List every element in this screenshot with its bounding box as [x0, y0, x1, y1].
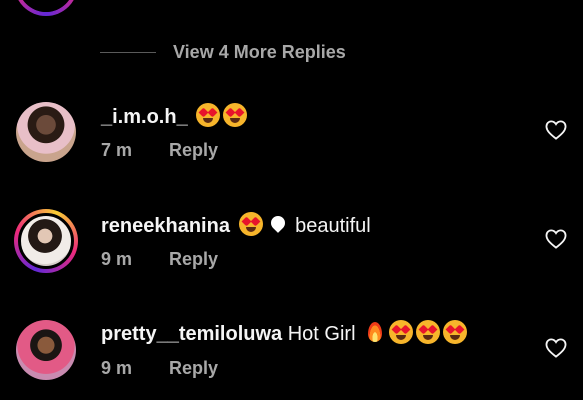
divider	[100, 51, 156, 53]
heart-outline-icon	[545, 120, 567, 140]
fire-emoji-icon	[364, 320, 386, 344]
reply-button[interactable]: Reply	[169, 140, 218, 161]
heart-eyes-emoji-icon	[443, 320, 468, 344]
heart-eyes-emoji-icon	[416, 320, 441, 344]
comment-meta: 7 m Reply	[101, 140, 218, 161]
comment-text: Hot Girl	[287, 323, 356, 345]
username[interactable]: pretty__temiloluwa	[101, 323, 282, 345]
reply-button[interactable]: Reply	[169, 358, 218, 379]
view-more-replies-label[interactable]: View 4 More Replies	[173, 42, 346, 63]
reply-button[interactable]: Reply	[169, 249, 218, 270]
heart-eyes-emoji-icon	[223, 103, 248, 127]
comment-line: reneekhanina beautiful	[101, 212, 371, 238]
comment-line: _i.m.o.h_	[101, 103, 248, 129]
avatar-image	[18, 213, 74, 269]
comment-text: beautiful	[295, 215, 371, 237]
previous-comment-partial	[0, 0, 583, 18]
like-button[interactable]	[545, 229, 567, 249]
heart-eyes-emoji-icon	[196, 103, 221, 127]
username[interactable]: reneekhanina	[101, 215, 230, 237]
timestamp: 9 m	[101, 249, 133, 269]
heart-eyes-emoji-icon	[389, 320, 414, 344]
avatar-image	[16, 320, 76, 380]
like-button[interactable]	[545, 120, 567, 140]
view-more-replies[interactable]: View 4 More Replies	[100, 38, 346, 66]
avatar[interactable]	[14, 0, 78, 16]
comment-line: pretty__temiloluwa Hot Girl	[101, 320, 468, 346]
timestamp: 7 m	[101, 140, 133, 160]
username[interactable]: _i.m.o.h_	[101, 106, 188, 128]
heart-outline-icon	[545, 338, 567, 358]
heart-eyes-emoji-icon	[238, 212, 263, 236]
avatar-image	[16, 102, 76, 162]
avatar[interactable]	[14, 100, 78, 164]
like-button[interactable]	[545, 338, 567, 358]
comment-meta: 9 m Reply	[101, 358, 218, 379]
white-heart-emoji-icon	[266, 212, 290, 236]
avatar-with-story[interactable]	[14, 209, 78, 273]
timestamp: 9 m	[101, 358, 133, 378]
comment-meta: 9 m Reply	[101, 249, 218, 270]
avatar[interactable]	[14, 318, 78, 382]
heart-outline-icon	[545, 229, 567, 249]
